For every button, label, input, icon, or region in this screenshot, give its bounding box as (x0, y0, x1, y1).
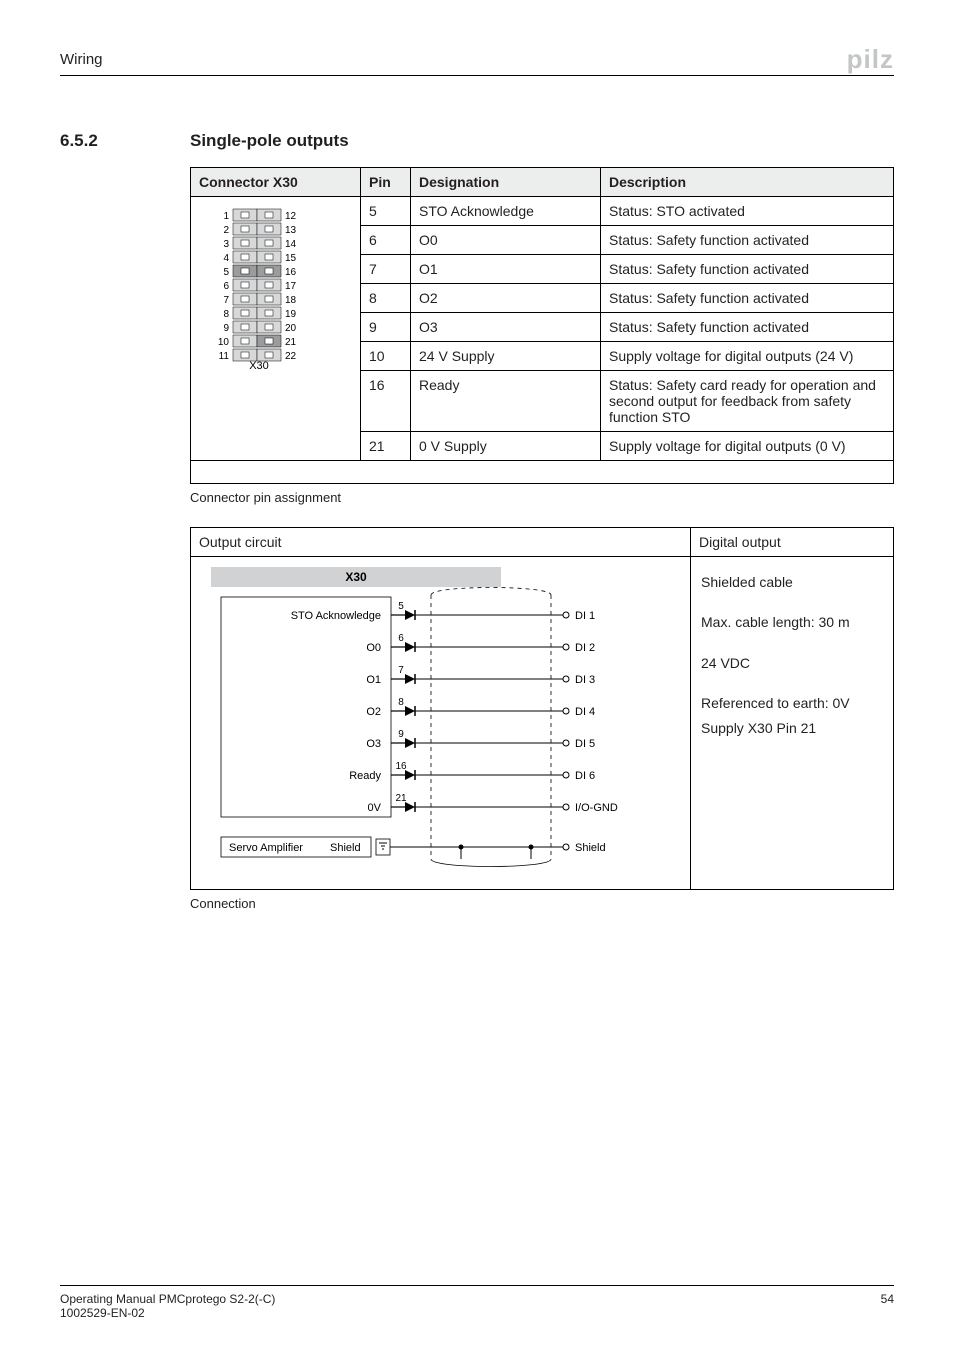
svg-text:O3: O3 (366, 738, 381, 750)
svg-text:Ready: Ready (349, 770, 381, 782)
svg-text:7: 7 (223, 295, 229, 306)
pin-cell: 21 (361, 432, 411, 461)
svg-text:13: 13 (285, 225, 297, 236)
svg-text:10: 10 (218, 337, 230, 348)
section-title: Single-pole outputs (190, 131, 349, 151)
circuit-caption: Connection (190, 896, 894, 911)
page-footer: Operating Manual PMCprotego S2-2(-C) 100… (60, 1285, 894, 1320)
pin-cell: 9 (361, 313, 411, 342)
svg-text:7: 7 (398, 665, 404, 676)
description-cell: Supply voltage for digital outputs (0 V) (601, 432, 894, 461)
svg-text:19: 19 (285, 309, 297, 320)
svg-text:15: 15 (285, 253, 297, 264)
svg-text:3: 3 (223, 239, 229, 250)
description-cell: Status: Safety function activated (601, 226, 894, 255)
pin-cell: 10 (361, 342, 411, 371)
designation-cell: STO Acknowledge (411, 197, 601, 226)
th-pin: Pin (361, 168, 411, 197)
svg-text:2: 2 (223, 225, 229, 236)
svg-text:DI 6: DI 6 (575, 770, 595, 782)
svg-text:5: 5 (398, 601, 404, 612)
pin-cell: 16 (361, 371, 411, 432)
pin-cell: 6 (361, 226, 411, 255)
description-cell: Status: Safety function activated (601, 284, 894, 313)
svg-text:6: 6 (223, 281, 229, 292)
description-cell: Status: Safety function activated (601, 255, 894, 284)
svg-text:14: 14 (285, 239, 297, 250)
breadcrumb: Wiring (60, 51, 103, 68)
svg-text:STO Acknowledge: STO Acknowledge (290, 610, 380, 622)
pin-assignment-table: Connector X30 Pin Designation Descriptio… (190, 167, 894, 484)
svg-text:5: 5 (223, 267, 229, 278)
designation-cell: O2 (411, 284, 601, 313)
svg-text:0V: 0V (367, 802, 381, 814)
svg-text:22: 22 (285, 351, 297, 362)
svg-text:DI 1: DI 1 (575, 610, 595, 622)
output-circuit-table: Output circuit Digital output X30 STO Ac… (190, 527, 894, 890)
svg-text:O2: O2 (366, 706, 381, 718)
designation-cell: O1 (411, 255, 601, 284)
footer-page: 54 (881, 1292, 894, 1320)
do-supply-pin: Supply X30 Pin 21 (701, 717, 883, 739)
svg-text:O1: O1 (366, 674, 381, 686)
svg-text:I/O-GND: I/O-GND (575, 802, 618, 814)
connector-x30-icon: 11221331441551661771881992010211122 X30 (199, 203, 319, 373)
svg-text:DI 5: DI 5 (575, 738, 595, 750)
brand-logo: pilz (847, 44, 894, 75)
svg-text:9: 9 (223, 323, 229, 334)
svg-text:DI 2: DI 2 (575, 642, 595, 654)
designation-cell: O0 (411, 226, 601, 255)
description-cell: Status: STO activated (601, 197, 894, 226)
designation-cell: 0 V Supply (411, 432, 601, 461)
th-connector: Connector X30 (191, 168, 361, 197)
th-designation: Designation (411, 168, 601, 197)
svg-text:18: 18 (285, 295, 297, 306)
svg-text:O0: O0 (366, 642, 381, 654)
svg-text:Shield: Shield (330, 842, 361, 854)
svg-text:X30: X30 (345, 570, 367, 584)
pin-cell: 7 (361, 255, 411, 284)
do-cable-length: Max. cable length: 30 m (701, 611, 883, 633)
section-number: 6.5.2 (60, 131, 190, 151)
table-caption: Connector pin assignment (190, 490, 894, 505)
digital-output-info: Shielded cable Max. cable length: 30 m 2… (691, 557, 894, 890)
output-circuit-diagram: X30 STO Acknowledge 5 DI 1 O0 6 DI 2 O1 7 DI 3 O2… (201, 563, 681, 883)
svg-text:Servo Amplifier: Servo Amplifier (229, 842, 303, 854)
designation-cell: Ready (411, 371, 601, 432)
svg-text:1: 1 (223, 211, 229, 222)
oc-header-left: Output circuit (191, 528, 691, 557)
footer-title: Operating Manual PMCprotego S2-2(-C) (60, 1292, 275, 1306)
svg-text:DI 3: DI 3 (575, 674, 595, 686)
svg-text:12: 12 (285, 211, 297, 222)
svg-text:DI 4: DI 4 (575, 706, 595, 718)
footer-docid: 1002529-EN-02 (60, 1306, 145, 1320)
oc-diagram-cell: X30 STO Acknowledge 5 DI 1 O0 6 DI 2 O1 7 DI 3 O2… (191, 557, 691, 890)
description-cell: Status: Safety card ready for operation … (601, 371, 894, 432)
svg-text:21: 21 (285, 337, 297, 348)
svg-text:11: 11 (219, 351, 230, 362)
svg-text:Shield: Shield (575, 842, 606, 854)
th-description: Description (601, 168, 894, 197)
connector-label: X30 (249, 360, 269, 372)
svg-text:17: 17 (285, 281, 297, 292)
designation-cell: O3 (411, 313, 601, 342)
do-shielded: Shielded cable (701, 571, 883, 593)
svg-text:6: 6 (398, 633, 404, 644)
pin-cell: 5 (361, 197, 411, 226)
svg-text:8: 8 (223, 309, 229, 320)
svg-text:4: 4 (223, 253, 229, 264)
connector-diagram-cell: 11221331441551661771881992010211122 X30 (191, 197, 361, 461)
svg-text:16: 16 (285, 267, 297, 278)
description-cell: Supply voltage for digital outputs (24 V… (601, 342, 894, 371)
do-voltage: 24 VDC (701, 652, 883, 674)
designation-cell: 24 V Supply (411, 342, 601, 371)
description-cell: Status: Safety function activated (601, 313, 894, 342)
pin-cell: 8 (361, 284, 411, 313)
oc-header-right: Digital output (691, 528, 894, 557)
svg-text:9: 9 (398, 729, 404, 740)
svg-text:20: 20 (285, 323, 297, 334)
svg-text:8: 8 (398, 697, 404, 708)
do-ref-earth: Referenced to earth: 0V (701, 692, 883, 714)
